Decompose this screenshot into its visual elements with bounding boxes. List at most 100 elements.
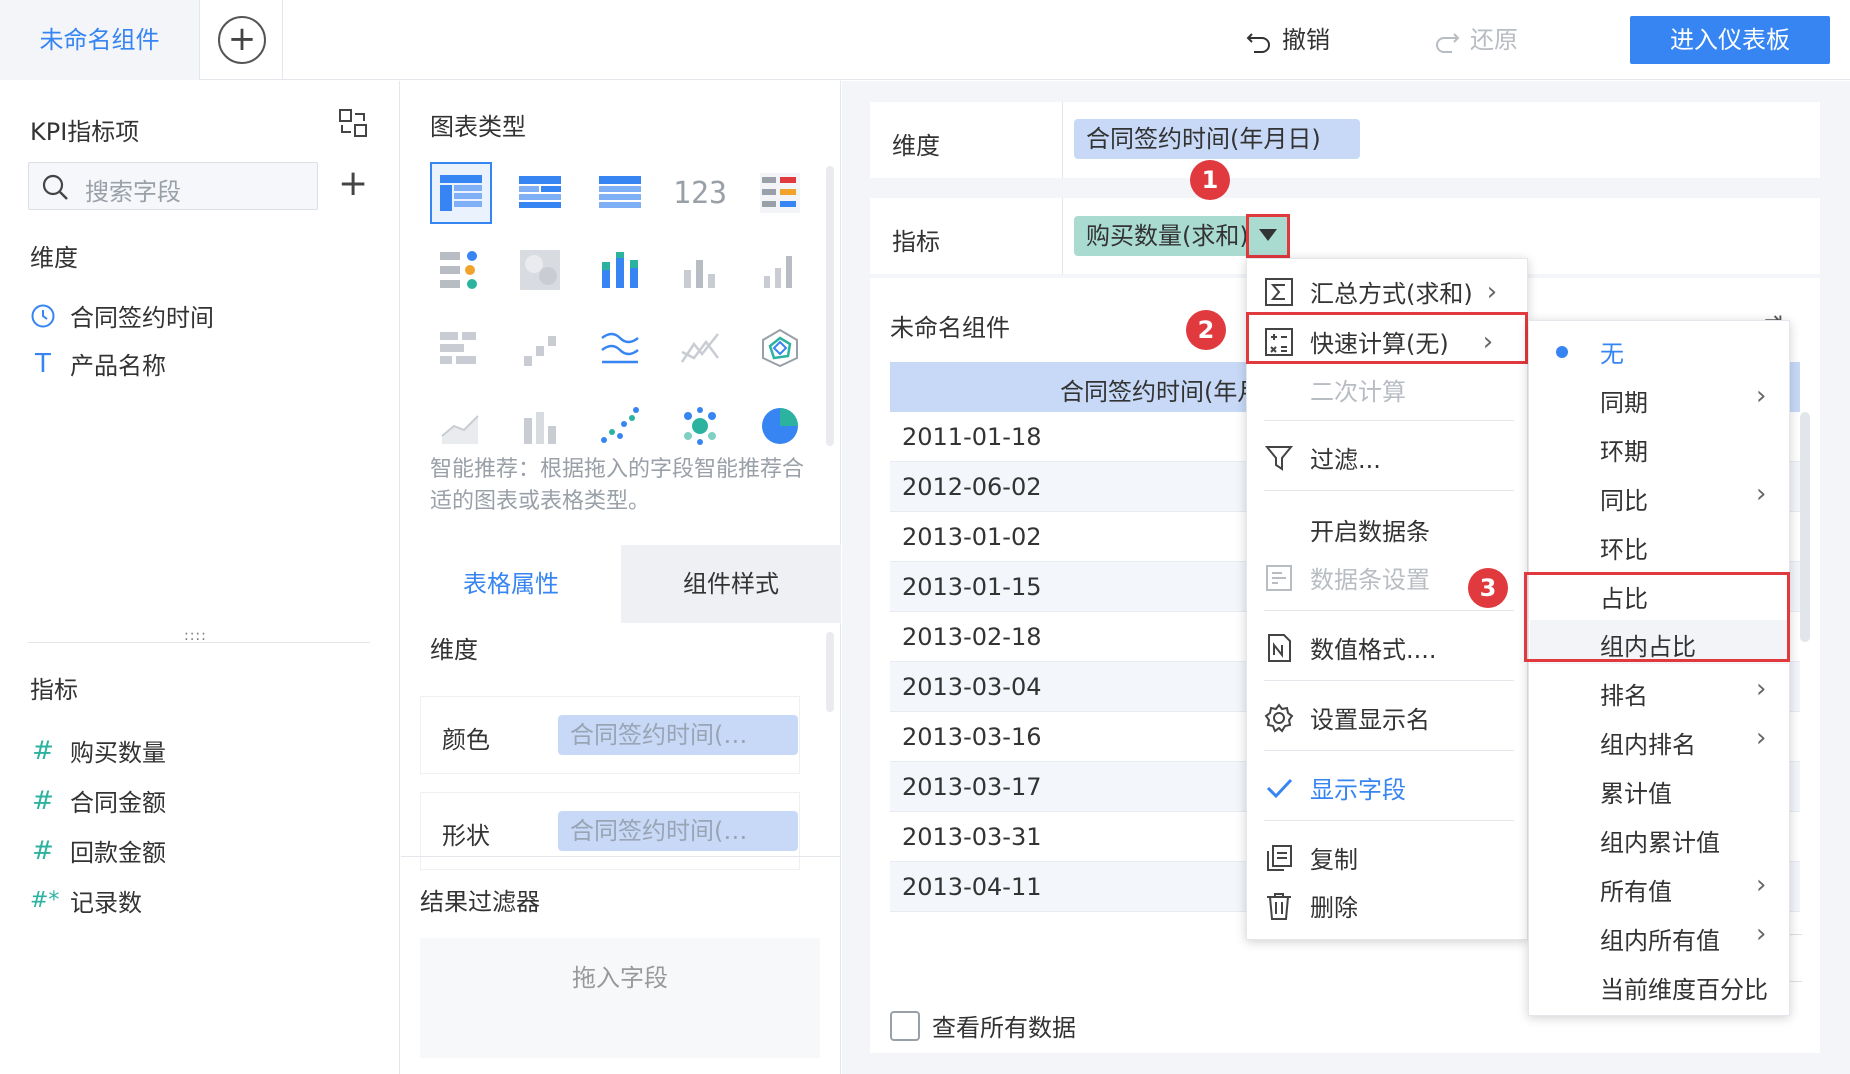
- enter-dashboard-button[interactable]: 进入仪表板: [1630, 16, 1830, 64]
- menu-item-label: 删除: [1310, 894, 1358, 922]
- chevron-right-icon: ›: [1486, 276, 1498, 307]
- metric-dropdown-button[interactable]: [1246, 214, 1290, 258]
- submenu-item-none[interactable]: 无: [1600, 334, 1624, 369]
- shelf-divider: [1062, 102, 1063, 178]
- chart-type-kpi-card-icon[interactable]: [752, 165, 808, 221]
- tab-component-style[interactable]: 组件样式: [621, 545, 841, 623]
- menu-item-label: 复制: [1310, 846, 1358, 874]
- tab-table-properties[interactable]: 表格属性: [401, 545, 621, 623]
- chart-type-radar-icon[interactable]: [752, 320, 808, 376]
- filter-drop-area[interactable]: 拖入字段: [420, 938, 820, 1058]
- chart-type-range-bar-icon[interactable]: [432, 320, 488, 376]
- submenu-item-dimension-percent[interactable]: 当前维度百分比: [1600, 970, 1768, 1005]
- submenu-item-mom[interactable]: 环比: [1600, 530, 1648, 565]
- field-label: 记录数: [70, 889, 142, 917]
- chart-type-stacked-bar-icon[interactable]: [592, 242, 648, 298]
- dimension-field-pill[interactable]: 合同签约时间(年月日): [1074, 119, 1360, 159]
- view-all-data-option[interactable]: 查看所有数据: [890, 1008, 1076, 1043]
- menu-separator: [1264, 610, 1514, 611]
- chart-type-column-icon[interactable]: [752, 242, 808, 298]
- kpi-title: KPI指标项: [30, 118, 140, 146]
- prop-dimension-label: 维度: [430, 636, 478, 664]
- menu-item-show-field[interactable]: 显示字段: [1264, 770, 1406, 805]
- chart-type-group-table-icon[interactable]: [512, 165, 568, 221]
- number-type-icon: #: [32, 785, 54, 816]
- submenu-item-group-all-values[interactable]: 组内所有值: [1600, 921, 1720, 956]
- chart-type-line-icon[interactable]: [592, 320, 648, 376]
- menu-item-filter[interactable]: 过滤...: [1264, 440, 1381, 475]
- view-all-checkbox[interactable]: [890, 1010, 920, 1041]
- chart-type-area-icon[interactable]: [432, 398, 488, 454]
- chart-type-scrollbar[interactable]: [826, 166, 834, 446]
- redo-icon: [1436, 33, 1460, 53]
- menu-item-label: 汇总方式(求和): [1310, 280, 1473, 308]
- step-badge-3: 3: [1468, 568, 1508, 608]
- shelf-divider: [1062, 198, 1063, 274]
- undo-label: 撤销: [1282, 26, 1330, 54]
- tab-unnamed-component[interactable]: 未命名组件: [0, 0, 200, 80]
- menu-item-number-format[interactable]: 数值格式....: [1264, 630, 1437, 665]
- search-field-box[interactable]: 搜索字段: [28, 162, 318, 210]
- field-item-contract-time[interactable]: 合同签约时间: [30, 298, 214, 333]
- field-item-product-name[interactable]: T 产品名称: [30, 346, 166, 381]
- add-tab-button[interactable]: +: [218, 16, 266, 64]
- chevron-right-icon: ›: [1756, 919, 1767, 949]
- splitter-grip-icon[interactable]: ::::: [184, 628, 207, 644]
- menu-item-delete[interactable]: 删除: [1264, 888, 1358, 923]
- undo-button[interactable]: 撤销: [1244, 20, 1330, 60]
- submenu-item-all-values[interactable]: 所有值: [1600, 872, 1672, 907]
- field-item-contract-amount[interactable]: # 合同金额: [30, 783, 166, 818]
- menu-item-label: 设置显示名: [1310, 706, 1430, 734]
- view-all-label: 查看所有数据: [932, 1014, 1076, 1042]
- chart-type-waterfall-icon[interactable]: [512, 320, 568, 376]
- add-field-button[interactable]: +: [338, 166, 368, 202]
- redo-button[interactable]: 还原: [1432, 20, 1518, 60]
- switch-data-icon[interactable]: [338, 108, 368, 138]
- submenu-item-cumulative[interactable]: 累计值: [1600, 774, 1672, 809]
- props-scrollbar[interactable]: [826, 632, 834, 712]
- chart-type-cross-table-icon[interactable]: [430, 162, 492, 224]
- chart-type-polyline-icon[interactable]: [672, 320, 728, 376]
- submenu-item-prev-period[interactable]: 环期: [1600, 432, 1648, 467]
- submenu-item-group-rank[interactable]: 组内排名: [1600, 725, 1696, 760]
- field-item-record-count[interactable]: #* 记录数: [30, 883, 142, 918]
- submenu-item-yoy[interactable]: 同比: [1600, 481, 1648, 516]
- submenu-item-rank[interactable]: 排名: [1600, 676, 1648, 711]
- menu-item-copy[interactable]: 复制: [1264, 840, 1358, 875]
- chart-type-combo-bar-icon[interactable]: [512, 398, 568, 454]
- menu-item-enable-databar[interactable]: 开启数据条: [1310, 512, 1430, 547]
- field-item-payment-amount[interactable]: # 回款金额: [30, 833, 166, 868]
- menu-item-label: 过滤...: [1310, 446, 1381, 474]
- prop-color-label: 颜色: [442, 726, 490, 754]
- submenu-item-group-cumulative[interactable]: 组内累计值: [1600, 823, 1720, 858]
- color-field-pill[interactable]: 合同签约时间(…: [558, 715, 798, 755]
- menu-item-set-display-name[interactable]: 设置显示名: [1264, 700, 1430, 735]
- chart-type-kpi-number-icon[interactable]: 123: [672, 165, 728, 221]
- topbar-divider: [282, 0, 283, 80]
- dimension-section-title: 维度: [30, 244, 78, 272]
- trash-icon: [1267, 892, 1291, 920]
- shape-field-pill[interactable]: 合同签约时间(…: [558, 811, 798, 851]
- chart-type-heatmap-icon[interactable]: [512, 242, 568, 298]
- column-header-contract-time[interactable]: 合同签约时间(年月: [1060, 372, 1261, 407]
- chart-type-pie-icon[interactable]: [752, 398, 808, 454]
- menu-item-summary[interactable]: 汇总方式(求和) ›: [1264, 274, 1497, 309]
- chart-type-bar-icon[interactable]: [672, 242, 728, 298]
- pager-edge: [1788, 934, 1802, 982]
- chart-type-detail-table-icon[interactable]: [592, 165, 648, 221]
- search-input[interactable]: 搜索字段: [85, 172, 181, 207]
- field-item-purchase-qty[interactable]: # 购买数量: [30, 733, 166, 768]
- check-icon: [1266, 778, 1293, 798]
- menu-separator: [1264, 820, 1514, 821]
- table-scrollbar[interactable]: [1800, 412, 1810, 642]
- quick-calc-submenu: [1528, 320, 1790, 1016]
- field-label: 合同金额: [70, 789, 166, 817]
- submenu-item-same-period[interactable]: 同期: [1600, 383, 1648, 418]
- number-type-icon: #: [32, 735, 54, 766]
- chart-type-bubble-icon[interactable]: [672, 398, 728, 454]
- prop-shape-label: 形状: [442, 822, 490, 850]
- chart-type-dot-table-icon[interactable]: [432, 242, 488, 298]
- chevron-right-icon: ›: [1756, 479, 1767, 509]
- quick-calc-highlight: [1246, 312, 1528, 364]
- chart-type-scatter-icon[interactable]: [592, 398, 648, 454]
